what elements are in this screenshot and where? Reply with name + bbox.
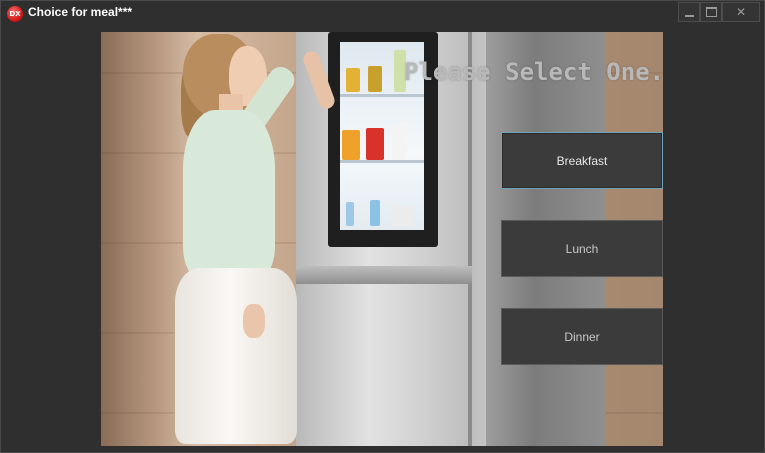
dinner-button[interactable]: Dinner — [501, 308, 663, 365]
minimize-icon — [685, 15, 694, 17]
title-bar[interactable]: DX Choice for meal*** ✕ — [1, 1, 764, 25]
select-prompt: Please Select One... — [404, 58, 663, 86]
app-window: DX Choice for meal*** ✕ Please Select On… — [0, 0, 765, 453]
woman-skirt — [175, 268, 297, 444]
close-icon: ✕ — [735, 5, 747, 19]
fridge-drawer-gap — [296, 266, 472, 284]
breakfast-label: Breakfast — [556, 153, 608, 168]
minimize-button[interactable] — [678, 2, 700, 22]
lunch-button[interactable]: Lunch — [501, 220, 663, 277]
woman-hand — [243, 304, 265, 338]
lunch-label: Lunch — [565, 241, 599, 256]
water-bottle — [346, 202, 354, 226]
fridge-door-split — [468, 32, 472, 446]
juice-bottle — [342, 130, 360, 160]
water-bottle — [370, 200, 380, 226]
fridge-photo: Please Select One... Breakfast Lunch Din… — [101, 32, 663, 446]
close-button[interactable]: ✕ — [722, 2, 760, 22]
jar — [346, 68, 360, 92]
fridge-shelf — [340, 160, 424, 163]
juice-bottle — [366, 128, 384, 160]
maximize-icon — [706, 7, 717, 17]
app-logo-icon: DX — [7, 6, 23, 22]
breakfast-button[interactable]: Breakfast — [501, 132, 663, 189]
dinner-label: Dinner — [564, 329, 600, 344]
milk-bottle — [392, 122, 406, 160]
container — [392, 206, 412, 226]
fridge-shelf — [340, 94, 424, 97]
window-title: Choice for meal*** — [28, 5, 133, 19]
jar — [368, 66, 382, 92]
woman-sweater — [183, 110, 275, 280]
maximize-button[interactable] — [700, 2, 722, 22]
